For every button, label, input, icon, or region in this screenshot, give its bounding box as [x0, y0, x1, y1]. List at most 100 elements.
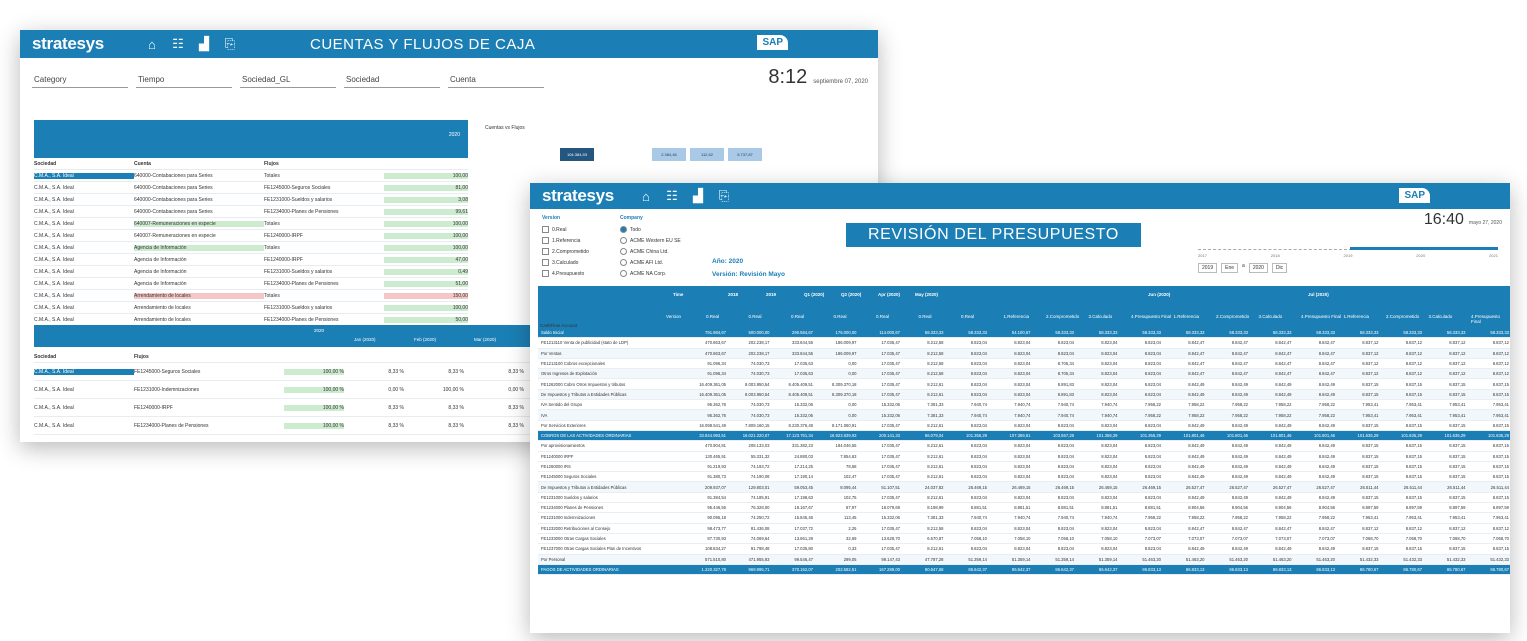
table-row[interactable]: C.M.A., S.A. Ideal FE1245000-Seguros Soci… — [34, 363, 534, 381]
budget-row[interactable]: FE1231000 Indemnizaciones 90.095,18 74.250… — [538, 513, 1510, 524]
budget-row[interactable]: FE1240000 IRPF 130.465,91 55.331,32 24.880,… — [538, 452, 1510, 462]
to-year-select[interactable]: 2020 — [1248, 263, 1268, 273]
period-header[interactable]: Jul (2020) — [1308, 292, 1329, 297]
version-header[interactable]: 2.Comprometido — [1216, 314, 1249, 319]
version-header[interactable]: 0.Real — [834, 314, 847, 319]
radio-icon[interactable] — [620, 237, 627, 244]
table-row[interactable]: C.M.A., S.A. Ideal 640000-Contabaciones p… — [34, 194, 468, 206]
budget-row[interactable]: IVA 95.362,76 74.030,73 15.332,06 0,00 15.332… — [538, 410, 1510, 421]
checkbox-icon[interactable] — [542, 259, 549, 266]
table-row[interactable]: C.M.A., S.A. Ideal 640000-Contabaciones p… — [34, 182, 468, 194]
heat-cell[interactable]: 5.737,87 — [728, 148, 762, 161]
period-header[interactable]: May (2020) — [915, 292, 938, 297]
filter-category[interactable]: Category — [32, 72, 128, 88]
budget-row[interactable]: FE1234000 Planes de Pensiones 95.446,55 76… — [538, 503, 1510, 514]
version-header[interactable]: 4.Presupuesto Final — [1301, 314, 1341, 319]
company-option[interactable]: Todo — [620, 224, 681, 235]
table-row[interactable]: C.M.A., S.A. Ideal 640000-Contabaciones p… — [34, 206, 468, 218]
version-header[interactable]: 1.Referencia — [1174, 314, 1200, 319]
version-option[interactable]: 1.Referencia — [542, 235, 589, 246]
budget-row[interactable]: FE1213100 Cobros excepcionales 91.096,34 7… — [538, 359, 1510, 370]
column-header[interactable]: Flujos — [264, 161, 384, 167]
version-header[interactable]: 1.Referencia — [1004, 314, 1030, 319]
budget-row[interactable]: PAGOS DE ACTIVIDADES ORDINARIAS 1.220.327… — [538, 564, 1510, 576]
column-header[interactable]: Sociedad — [34, 161, 134, 167]
column-header[interactable]: Cuenta — [134, 161, 264, 167]
hierarchy-icon[interactable]: ☷ — [664, 188, 680, 204]
heat-cell[interactable]: 104.384,93 — [560, 148, 594, 161]
radio-icon[interactable] — [620, 248, 627, 255]
period-header[interactable]: 2018 — [728, 292, 738, 297]
budget-row[interactable]: De Impuestos y Tributos a Entidades Públ… — [538, 482, 1510, 493]
budget-row[interactable]: Por aprovisionamientos 470.904,81 208.133,… — [538, 441, 1510, 452]
table-row[interactable]: C.M.A., S.A. Ideal Agencia de Información… — [34, 266, 468, 278]
version-header[interactable]: 1.Referencia — [1344, 314, 1370, 319]
version-header[interactable]: 4.Presupuesto Final — [1471, 314, 1510, 324]
version-header[interactable]: 4.Presupuesto Final — [1131, 314, 1171, 319]
column-header[interactable]: Flujos — [134, 354, 284, 360]
radio-icon[interactable] — [620, 226, 627, 233]
export-icon[interactable]: ⎘ — [716, 188, 732, 204]
filter-sociedad-gl[interactable]: Sociedad_GL — [240, 72, 336, 88]
budget-row[interactable]: COBROS DE LAS ACTIVIDADES ORDINARIAS 33.8… — [538, 430, 1510, 442]
table-row[interactable]: C.M.A., S.A. Ideal Arrendamiento de local… — [34, 302, 468, 314]
checkbox-icon[interactable] — [542, 237, 549, 244]
table-row[interactable]: C.M.A., S.A. Ideal 640007-Remuneraciones … — [34, 230, 468, 242]
filter-tiempo[interactable]: Tiempo — [136, 72, 232, 88]
budget-row[interactable]: Otros Ingresos de Explotación 91.096,34 74… — [538, 369, 1510, 380]
version-header[interactable]: 0.Real — [961, 314, 974, 319]
table-row[interactable]: C.M.A., S.A. Ideal 640007-Remuneraciones … — [34, 218, 468, 230]
from-month-select[interactable]: Ene — [1221, 263, 1239, 273]
checkbox-icon[interactable] — [542, 270, 549, 277]
company-option[interactable]: ACME AFI Ltd. — [620, 257, 681, 268]
period-header[interactable]: Apr (2020) — [878, 292, 900, 297]
period-header[interactable]: 2019 — [766, 292, 776, 297]
export-icon[interactable]: ⎘ — [222, 36, 238, 52]
table-row[interactable]: C.M.A., S.A. Ideal FE1234000-Planes de Pe… — [34, 417, 534, 435]
company-option[interactable]: ACME China Ltd. — [620, 246, 681, 257]
budget-row[interactable]: FE1213110 Venta de publicidad (stato de … — [538, 338, 1510, 349]
version-header[interactable]: 0.Real — [876, 314, 889, 319]
version-option[interactable]: 0.Real — [542, 224, 589, 235]
version-header[interactable]: 3.Calculado — [1259, 314, 1283, 319]
checkbox-icon[interactable] — [542, 248, 549, 255]
company-option[interactable]: ACME Western EU SE — [620, 235, 681, 246]
budget-row[interactable]: Por Ventas 470.863,67 202.238,17 333.844,55… — [538, 348, 1510, 359]
version-header[interactable]: 2.Comprometido — [1386, 314, 1419, 319]
radio-icon[interactable] — [620, 270, 627, 277]
table-row[interactable]: C.M.A., S.A. Ideal Agencia de Información… — [34, 278, 468, 290]
version-header[interactable]: 2.Comprometido — [1046, 314, 1079, 319]
budget-row[interactable]: FE1232000 Retribuciones al Consejo 98.473… — [538, 524, 1510, 534]
chart-icon[interactable]: ▟ — [196, 36, 212, 52]
column-header[interactable]: Sociedad — [34, 354, 134, 360]
chart-icon[interactable]: ▟ — [690, 188, 706, 204]
budget-row[interactable]: Saldo Inicial 791.984,67 500.000,00 290.584… — [538, 328, 1510, 339]
version-header[interactable]: 3.Calculado — [1089, 314, 1113, 319]
to-month-select[interactable]: Dic — [1271, 263, 1288, 273]
budget-row[interactable]: IVA Sentido del Grupo 95.362,76 74.030,73 1… — [538, 400, 1510, 411]
time-slider-range[interactable] — [1350, 247, 1498, 250]
filter-cuenta[interactable]: Cuenta — [448, 72, 544, 88]
version-header[interactable]: 0.Real — [791, 314, 804, 319]
home-icon[interactable]: ⌂ — [638, 188, 654, 204]
from-year-select[interactable]: 2019 — [1198, 263, 1218, 273]
period-header[interactable]: Q1 (2020) — [804, 292, 824, 297]
period-header[interactable]: Jun (2020) — [1148, 292, 1170, 297]
budget-row[interactable]: FE1262000 Cobro Otros Impuestos y tribut… — [538, 379, 1510, 390]
budget-row[interactable]: FE1237000 Otras Cargas Sociales Plan de … — [538, 544, 1510, 555]
version-header[interactable]: 0.Real — [919, 314, 932, 319]
table-row[interactable]: C.M.A., S.A. Ideal FE1240000-IRPF 100,00 %… — [34, 399, 534, 417]
table-row[interactable]: C.M.A., S.A. Ideal Agencia de Información… — [34, 242, 468, 254]
heat-cell[interactable]: 2.384,46 — [652, 148, 686, 161]
budget-row[interactable]: Por Personal 571.510,80 471.955,93 99.546,4… — [538, 554, 1510, 565]
table-row[interactable]: C.M.A., S.A. Ideal 640000-Contabaciones p… — [34, 170, 468, 182]
budget-row[interactable]: De Impuestos y Tributos a Entidades Públ… — [538, 389, 1510, 401]
budget-row[interactable]: FE1245000 Seguros Sociales 91.380,73 74.19… — [538, 472, 1510, 483]
table-row[interactable]: C.M.A., S.A. Ideal Agencia de Información… — [34, 254, 468, 266]
budget-row[interactable]: FE1260000 IRS 91.219,93 74.193,72 17.214,25… — [538, 462, 1510, 473]
period-header[interactable]: Q2 (2020) — [841, 292, 861, 297]
table-row[interactable]: C.M.A., S.A. Ideal Arrendamiento de local… — [34, 290, 468, 302]
version-header[interactable]: 0.Real — [749, 314, 762, 319]
home-icon[interactable]: ⌂ — [144, 36, 160, 52]
filter-sociedad[interactable]: Sociedad — [344, 72, 440, 88]
